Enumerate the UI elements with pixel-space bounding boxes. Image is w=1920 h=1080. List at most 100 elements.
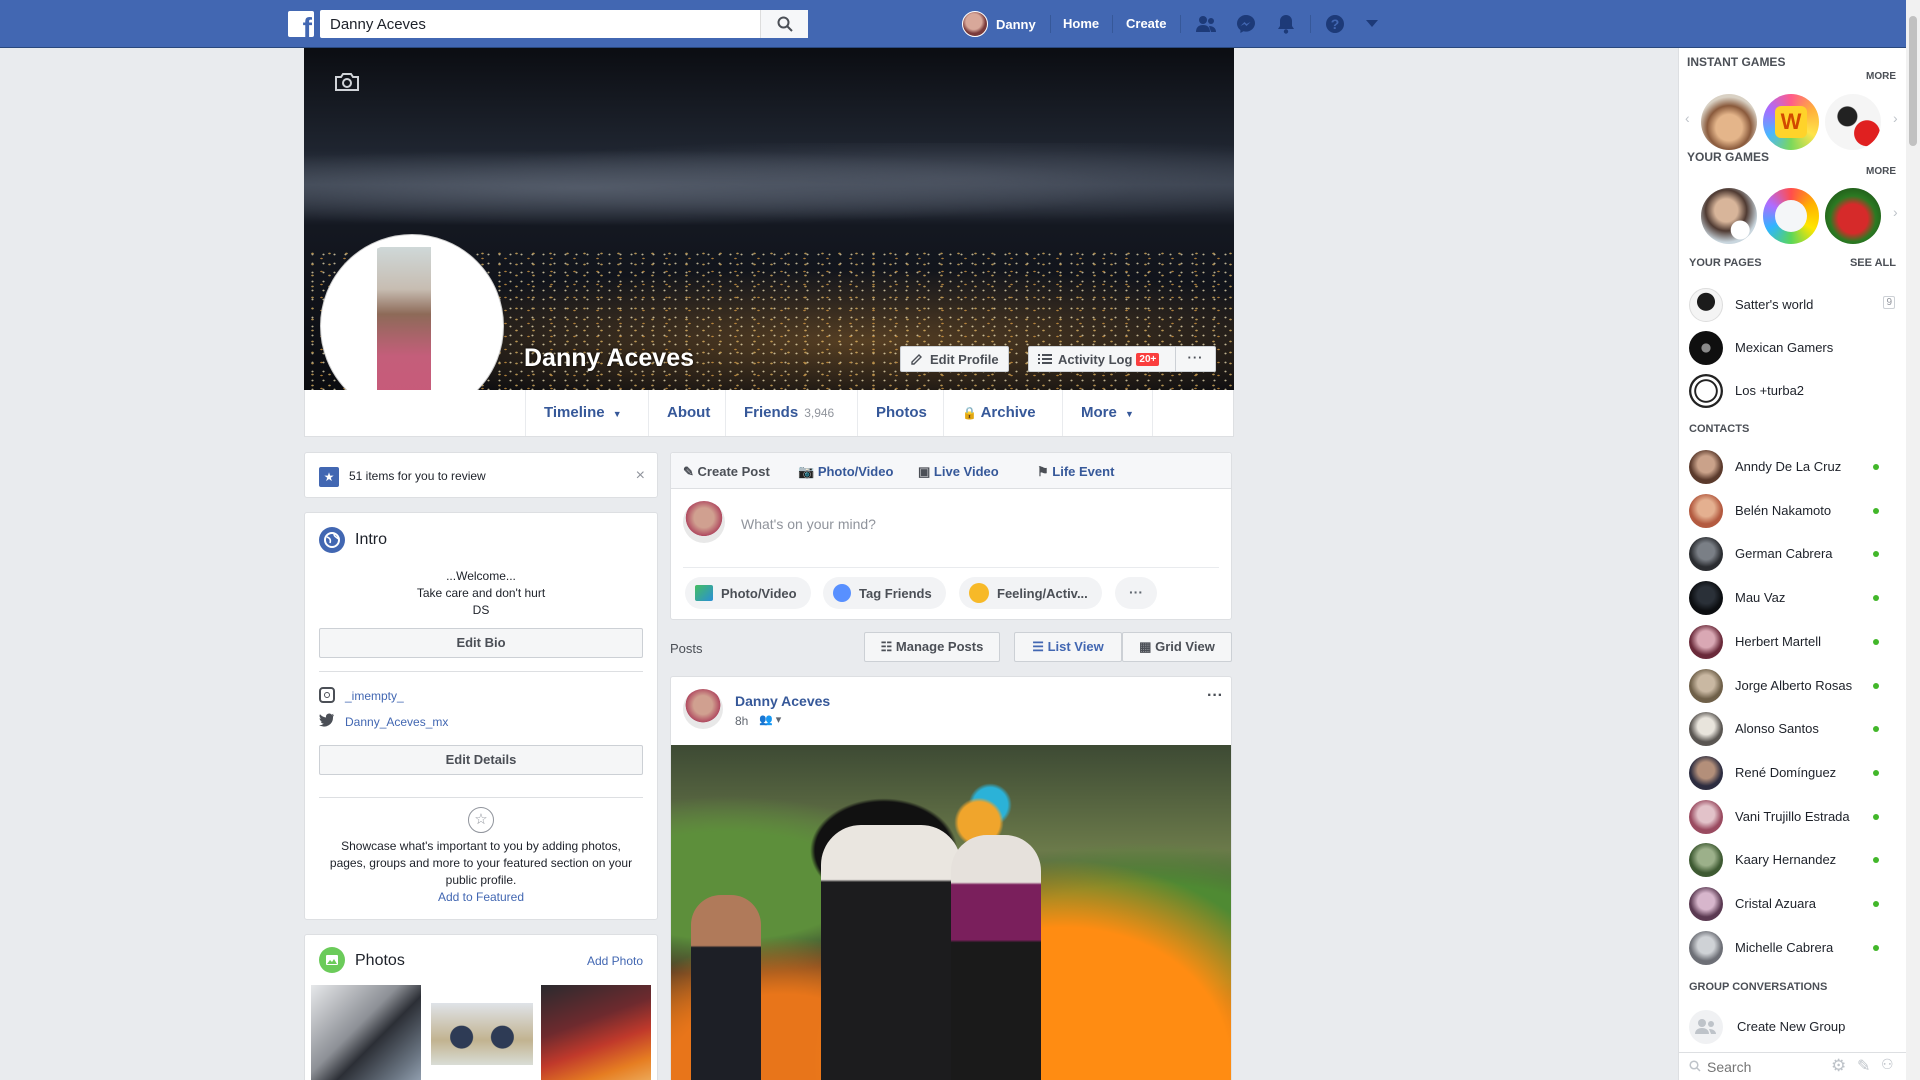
game-icon-dragon[interactable]	[1825, 188, 1881, 244]
game-icon-uno[interactable]	[1701, 94, 1757, 150]
contact-name: Belén Nakamoto	[1735, 502, 1832, 518]
contact-row[interactable]: Michelle Cabrera	[1679, 927, 1907, 967]
group-icon	[1689, 1010, 1723, 1044]
tab-archive[interactable]: 🔒 Archive	[943, 390, 1054, 436]
nav-create-link[interactable]: Create	[1126, 0, 1166, 48]
add-to-featured-link[interactable]: Add to Featured	[305, 890, 657, 904]
close-icon[interactable]: ×	[636, 467, 645, 485]
gear-icon[interactable]: ⚙	[1831, 1056, 1846, 1076]
page-row[interactable]: Los +turba2	[1679, 370, 1907, 410]
friend-requests-icon[interactable]	[1194, 12, 1218, 36]
post-image[interactable]	[671, 745, 1231, 1080]
avatar	[683, 501, 725, 543]
tab-more[interactable]: More ▼	[1062, 390, 1153, 436]
svg-text:?: ?	[1331, 16, 1340, 32]
contact-row[interactable]: Kaary Hernandez	[1679, 839, 1907, 879]
contact-row[interactable]: Alonso Santos	[1679, 708, 1907, 748]
twitter-link[interactable]: Danny_Aceves_mx	[345, 715, 448, 729]
facebook-logo-icon[interactable]: f	[288, 11, 314, 37]
scrollbar-thumb[interactable]	[1909, 16, 1917, 146]
post-time[interactable]: 8h	[735, 714, 748, 728]
tab-timeline[interactable]: Timeline ▼	[525, 390, 640, 436]
activity-log-button[interactable]: Activity Log 20+ ···	[1028, 346, 1216, 372]
contact-row[interactable]: German Cabrera	[1679, 533, 1907, 573]
edit-details-button[interactable]: Edit Details	[319, 745, 643, 775]
create-post-tab[interactable]: ✎ Create Post	[683, 464, 770, 480]
account-menu-chevron-icon[interactable]	[1360, 12, 1384, 36]
more-options-button[interactable]: ···	[1115, 577, 1157, 609]
contact-row[interactable]: Jorge Alberto Rosas	[1679, 665, 1907, 705]
cover-more-button[interactable]: ···	[1175, 347, 1215, 371]
help-icon[interactable]: ?	[1323, 12, 1347, 36]
sidebar-search-input[interactable]	[1707, 1057, 1827, 1077]
grid-view-button[interactable]: ▦ Grid View	[1122, 632, 1232, 662]
post-author-link[interactable]: Danny Aceves	[735, 693, 830, 709]
search-input[interactable]	[320, 10, 760, 38]
nav-profile-link[interactable]: Danny	[962, 0, 1036, 48]
photo-thumbnail[interactable]	[311, 985, 421, 1080]
contact-row[interactable]: Anndy De La Cruz	[1679, 446, 1907, 486]
tab-about[interactable]: About	[648, 390, 728, 436]
chevron-right-icon[interactable]: ›	[1893, 204, 1898, 220]
globe-icon	[319, 527, 345, 553]
photo-video-chip[interactable]: Photo/Video	[685, 577, 811, 609]
list-view-button[interactable]: ☰ List View	[1014, 632, 1122, 662]
tab-archive-label: Archive	[980, 404, 1036, 421]
search-button[interactable]	[760, 10, 808, 38]
chevron-left-icon[interactable]: ‹	[1685, 110, 1690, 126]
add-photo-link[interactable]: Add Photo	[587, 954, 643, 968]
review-card[interactable]: ★ 51 items for you to review ×	[304, 452, 658, 498]
contact-row[interactable]: Mau Vaz	[1679, 577, 1907, 617]
photos-title: Photos	[355, 952, 405, 969]
page-scrollbar[interactable]	[1906, 0, 1920, 1080]
page-row[interactable]: Satter's world 9	[1679, 284, 1907, 324]
create-new-group-row[interactable]: Create New Group	[1679, 1006, 1907, 1046]
photo-thumbnail[interactable]	[541, 985, 651, 1080]
game-icon-words[interactable]: W	[1763, 94, 1819, 150]
nav-home-link[interactable]: Home	[1063, 0, 1099, 48]
life-event-tab[interactable]: ⚑ Life Event	[1037, 464, 1114, 480]
post-options-button[interactable]: ···	[1207, 687, 1223, 705]
post-image-figure	[821, 825, 961, 1080]
contact-row[interactable]: Belén Nakamoto	[1679, 490, 1907, 530]
composer-card: ✎ Create Post 📷 Photo/Video ▣ Live Video…	[670, 452, 1232, 620]
instagram-link[interactable]: _imempty_	[345, 689, 404, 703]
notifications-icon[interactable]	[1274, 12, 1298, 36]
compose-icon[interactable]: ✎	[1857, 1056, 1870, 1076]
manage-posts-button[interactable]: ☷ Manage Posts	[864, 632, 1000, 662]
feeling-activity-chip[interactable]: Feeling/Activ...	[959, 577, 1102, 609]
game-icon-among[interactable]	[1825, 94, 1881, 150]
audience-friends-icon[interactable]: 👥 ▾	[759, 713, 781, 726]
live-video-tab[interactable]: ▣ Live Video	[918, 464, 999, 480]
see-all-pages-link[interactable]: SEE ALL	[1850, 257, 1896, 269]
game-icon-wheel[interactable]	[1763, 188, 1819, 244]
page-row[interactable]: Mexican Gamers	[1679, 327, 1907, 367]
bio-text: ...Welcome... Take care and don't hurt D…	[305, 568, 657, 619]
game-icon-trivia[interactable]	[1701, 188, 1757, 244]
edit-profile-button[interactable]: Edit Profile	[900, 346, 1009, 372]
tab-photos[interactable]: Photos	[857, 390, 945, 436]
whats-on-your-mind-input[interactable]: What's on your mind?	[741, 516, 876, 532]
instant-games-more-link[interactable]: MORE	[1866, 71, 1896, 82]
photo-thumbnail[interactable]	[431, 1003, 533, 1065]
messenger-icon[interactable]	[1234, 12, 1258, 36]
tag-friends-chip[interactable]: Tag Friends	[823, 577, 946, 609]
contact-row[interactable]: René Domínguez	[1679, 752, 1907, 792]
settings-sliders-icon: ☷	[880, 639, 893, 654]
profile-name[interactable]: Danny Aceves	[524, 344, 694, 373]
your-games-more-link[interactable]: MORE	[1866, 166, 1896, 177]
photo-video-tab[interactable]: 📷 Photo/Video	[798, 464, 893, 480]
contact-row[interactable]: Herbert Martell	[1679, 621, 1907, 661]
divider	[683, 567, 1219, 568]
tab-friends[interactable]: Friends 3,946	[725, 390, 852, 436]
group-chat-icon[interactable]: ⚇	[1881, 1056, 1894, 1073]
flag-icon: ⚑	[1037, 464, 1049, 479]
online-status-dot	[1873, 769, 1879, 776]
update-cover-camera-icon[interactable]	[334, 72, 360, 95]
chevron-right-icon[interactable]: ›	[1893, 110, 1898, 126]
contact-row[interactable]: Vani Trujillo Estrada	[1679, 796, 1907, 836]
edit-bio-button[interactable]: Edit Bio	[319, 628, 643, 658]
contact-row[interactable]: Cristal Azuara	[1679, 883, 1907, 923]
sidebar-search-bar: ⚙ ✎ ⚇	[1679, 1052, 1907, 1080]
friends-count: 3,946	[804, 406, 835, 420]
